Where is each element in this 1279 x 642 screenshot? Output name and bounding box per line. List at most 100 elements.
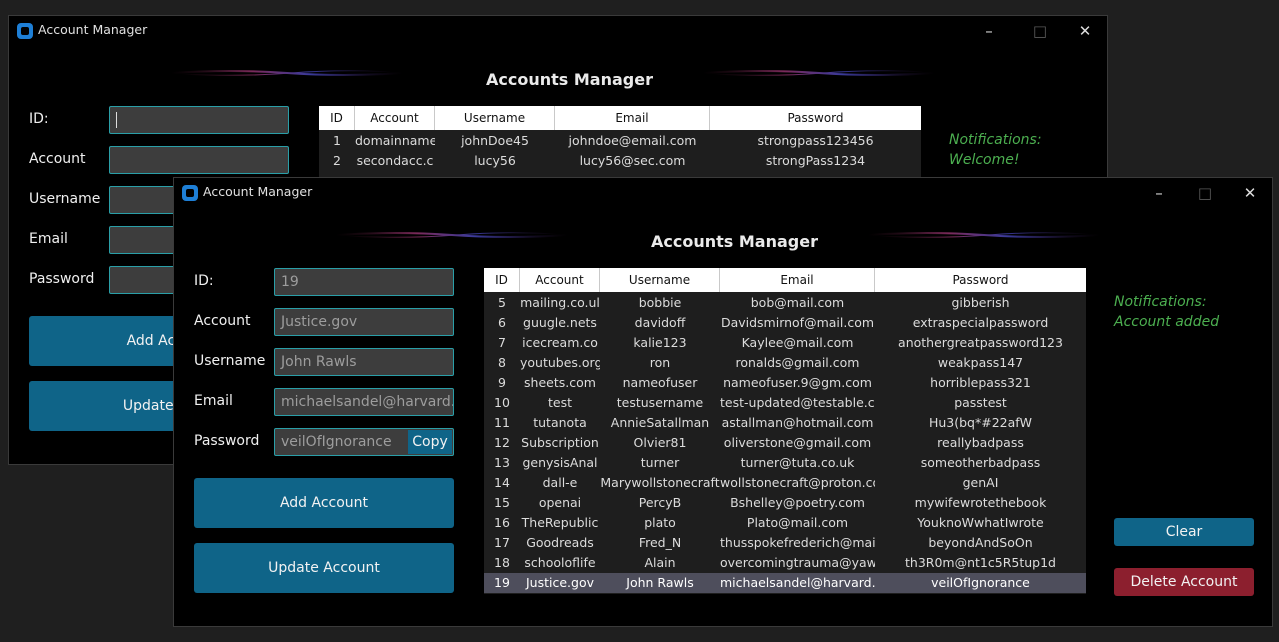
id-label: ID:: [29, 111, 49, 127]
cell-username: nameofuser: [622, 375, 698, 390]
username-label: Username: [194, 353, 266, 369]
cell-account: test: [547, 395, 572, 410]
id-label: ID:: [194, 273, 214, 289]
column-header-password[interactable]: Password: [710, 106, 921, 130]
column-header-email[interactable]: Email: [720, 268, 875, 292]
table-row[interactable]: 14 dall-e Marywollstonecraft wollstonecraft…: [484, 473, 1086, 493]
cell-password: horriblepass321: [930, 375, 1031, 390]
cell-account: sheets.com: [524, 375, 596, 390]
cell-password: YouknoWwhatIwrote: [917, 515, 1044, 530]
table-row[interactable]: 10 test testusername test-updated@testable.…: [484, 393, 1086, 413]
notification-text: Account added: [1114, 314, 1220, 330]
password-field[interactable]: veilOfIgnorance Copy: [274, 428, 454, 456]
table-row[interactable]: 2 secondacc.c lucy56 lucy56@sec.com stro…: [319, 151, 921, 171]
close-icon[interactable]: ✕: [1230, 180, 1270, 206]
account-field[interactable]: [109, 146, 289, 174]
cell-password: Hu3(bq*#22afW: [928, 415, 1033, 430]
username-field[interactable]: John Rawls: [274, 348, 454, 376]
cell-password: gibberish: [951, 295, 1010, 310]
password-label: Password: [29, 271, 95, 287]
app-icon: [17, 23, 33, 39]
username-label: Username: [29, 191, 101, 207]
table-row[interactable]: 12 Subscription Olvier81 oliverstone@gmail.…: [484, 433, 1086, 453]
table-row[interactable]: 6 guugle.nets davidoff Davidsmirnof@mail.co…: [484, 313, 1086, 333]
column-header-account[interactable]: Account: [355, 106, 435, 130]
delete-account-button[interactable]: Delete Account: [1114, 568, 1254, 596]
email-field[interactable]: michaelsandel@harvard.ec: [274, 388, 454, 416]
cell-password: passtest: [954, 395, 1007, 410]
cell-id: 13: [494, 455, 510, 470]
password-value: veilOfIgnorance: [281, 434, 392, 450]
table-row[interactable]: 11 tutanota AnnieSatallman astallman@hotmai…: [484, 413, 1086, 433]
column-header-account[interactable]: Account: [520, 268, 600, 292]
column-header-id[interactable]: ID: [484, 268, 520, 292]
cell-email: test-updated@testable.cc: [720, 395, 875, 410]
page-heading: Accounts Manager: [486, 70, 653, 89]
column-header-email[interactable]: Email: [555, 106, 710, 130]
cell-email: Bshelley@poetry.com: [730, 495, 865, 510]
cell-password: veilOfIgnorance: [931, 575, 1030, 590]
maximize-icon[interactable]: □: [1185, 180, 1225, 206]
cell-email: Plato@mail.com: [746, 515, 849, 530]
table-row[interactable]: 8 youtubes.org ron ronalds@gmail.com weakpas…: [484, 353, 1086, 373]
window-title: Account Manager: [38, 22, 148, 37]
column-header-id[interactable]: ID: [319, 106, 355, 130]
clear-button[interactable]: Clear: [1114, 518, 1254, 546]
cell-email: thusspokefrederich@mail: [720, 535, 875, 550]
cell-id: 17: [494, 535, 510, 550]
decorative-wave-left: [171, 70, 403, 76]
update-account-button[interactable]: Update Account: [194, 543, 454, 593]
account-label: Account: [194, 313, 251, 329]
cell-id: 6: [498, 315, 506, 330]
cell-id: 1: [333, 133, 341, 148]
account-label: Account: [29, 151, 86, 167]
id-field[interactable]: [109, 106, 289, 134]
cell-email: overcomingtrauma@yawh: [720, 555, 875, 570]
cell-email: lucy56@sec.com: [579, 153, 686, 168]
cell-account: secondacc.c: [356, 153, 434, 168]
table-row[interactable]: 9 sheets.com nameofuser nameofuser.9@gm.com…: [484, 373, 1086, 393]
cell-username: bobbie: [638, 295, 682, 310]
id-field[interactable]: 19: [274, 268, 454, 296]
cell-id: 19: [494, 575, 510, 590]
accounts-table[interactable]: ID Account Username Email Password 1 dom…: [319, 106, 921, 181]
table-row[interactable]: 1 domainname johnDoe45 johndoe@email.com…: [319, 131, 921, 151]
cell-id: 14: [494, 475, 510, 490]
table-row[interactable]: 5 mailing.co.ul bobbie bob@mail.com gibberis…: [484, 293, 1086, 313]
page-heading: Accounts Manager: [651, 232, 818, 251]
app-icon: [182, 185, 198, 201]
cell-username: AnnieSatallman: [610, 415, 710, 430]
add-account-button[interactable]: Add Account: [194, 478, 454, 528]
table-row[interactable]: 13 genysisAnal turner turner@tuta.co.uk some…: [484, 453, 1086, 473]
front-window: Account Manager – □ ✕ Accounts Manager I…: [173, 177, 1273, 627]
accounts-table[interactable]: ID Account Username Email Password 5 mail…: [484, 268, 1086, 594]
cell-id: 18: [494, 555, 510, 570]
cell-email: bob@mail.com: [750, 295, 845, 310]
cell-account: mailing.co.ul: [520, 295, 600, 310]
table-row[interactable]: 18 schooloflife Alain overcomingtrauma@yawh…: [484, 553, 1086, 573]
cell-password: anothergreatpassword123: [898, 335, 1063, 350]
table-row[interactable]: 15 openai PercyB Bshelley@poetry.com mywifew…: [484, 493, 1086, 513]
column-header-username[interactable]: Username: [600, 268, 720, 292]
cell-id: 10: [494, 395, 510, 410]
minimize-icon[interactable]: –: [1139, 180, 1179, 206]
notification-label: Notifications:: [1114, 294, 1207, 310]
account-field[interactable]: Justice.gov: [274, 308, 454, 336]
cell-password: strongPass1234: [765, 153, 866, 168]
cell-email: wollstonecraft@proton.co: [720, 475, 875, 490]
table-row[interactable]: 7 icecream.co kalie123 Kaylee@mail.com anoth…: [484, 333, 1086, 353]
cell-account: genysisAnal: [522, 455, 598, 470]
minimize-icon[interactable]: –: [969, 18, 1009, 44]
copy-password-button[interactable]: Copy: [408, 430, 452, 454]
cell-username: johnDoe45: [461, 133, 529, 148]
maximize-icon[interactable]: □: [1020, 18, 1060, 44]
table-row[interactable]: 19 Justice.gov John Rawls michaelsandel@har…: [484, 573, 1086, 593]
close-icon[interactable]: ✕: [1065, 18, 1105, 44]
cell-username: plato: [644, 515, 676, 530]
table-row[interactable]: 17 Goodreads Fred_N thusspokefrederich@mail…: [484, 533, 1086, 553]
column-header-username[interactable]: Username: [435, 106, 555, 130]
column-header-password[interactable]: Password: [875, 268, 1086, 292]
cell-username: Fred_N: [638, 535, 682, 550]
table-row[interactable]: 16 TheRepublic plato Plato@mail.com YouknoWw…: [484, 513, 1086, 533]
password-label: Password: [194, 433, 260, 449]
